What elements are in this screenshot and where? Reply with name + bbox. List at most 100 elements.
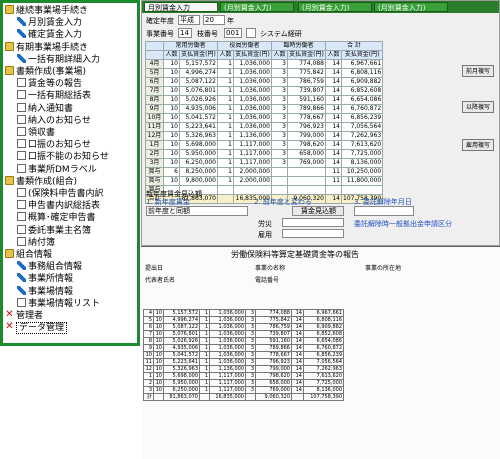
wage-cell[interactable]: 3 <box>271 68 288 78</box>
wage-cell[interactable]: 1,117,000 <box>233 140 272 150</box>
lookup-button[interactable] <box>246 28 256 38</box>
tab-0[interactable]: 月別賃金入力 <box>144 2 218 12</box>
wage-cell[interactable]: 1,036,000 <box>233 59 272 69</box>
wage-cell[interactable]: 1 <box>217 104 234 114</box>
wage-cell[interactable] <box>217 185 234 195</box>
tree-item-24[interactable]: 事業場情報リスト <box>17 297 100 310</box>
tree-item-18[interactable]: 委託事業主名簿 <box>17 224 91 237</box>
wage-cell[interactable]: 799,000 <box>287 131 326 141</box>
estimate-amount-button[interactable]: 賃金見込額 <box>292 206 344 216</box>
wage-cell[interactable]: 1 <box>217 95 234 105</box>
wage-cell[interactable]: 1 <box>217 59 234 69</box>
tree-item-4[interactable]: 一括有期詳細入力 <box>17 53 100 66</box>
tree-item-16[interactable]: 申告書内訳総括表 <box>17 200 100 212</box>
wage-cell[interactable]: 10 <box>163 77 180 87</box>
wage-cell[interactable]: 5,076,801 <box>179 86 218 96</box>
wage-cell[interactable]: 10 <box>163 149 180 159</box>
tree-item-23[interactable]: 事業場情報 <box>17 285 73 298</box>
wage-cell[interactable]: 5,026,926 <box>179 95 218 105</box>
wage-cell[interactable]: 1 <box>217 167 234 177</box>
tree-item-20[interactable]: 組合情報 <box>5 249 52 261</box>
wage-cell[interactable]: 1 <box>217 77 234 87</box>
tree-item-1[interactable]: 月別賃金入力 <box>17 17 82 29</box>
wage-cell[interactable]: 6,250,000 <box>179 158 218 168</box>
tree-item-10[interactable]: 領収書 <box>17 127 55 139</box>
wage-cell[interactable]: 1,036,000 <box>233 77 272 87</box>
wage-cell[interactable]: 5,041,572 <box>179 113 218 123</box>
tree-item-21[interactable]: 事務組合情報 <box>17 261 82 273</box>
wage-cell[interactable]: 1,036,000 <box>233 122 272 132</box>
wage-cell[interactable]: 5,326,963 <box>179 131 218 141</box>
wage-cell[interactable]: 798,620 <box>287 140 326 150</box>
tree-item-25[interactable]: ✕ 管理者 <box>5 310 43 322</box>
wage-cell[interactable]: 10 <box>163 158 180 168</box>
wage-cell[interactable] <box>233 185 272 195</box>
wage-cell[interactable]: 10 <box>163 113 180 123</box>
wage-cell[interactable]: 1,036,000 <box>233 86 272 96</box>
tree-item-14[interactable]: 書類作成(組合) <box>5 175 77 188</box>
wage-cell[interactable]: 5,157,572 <box>179 59 218 69</box>
wage-cell[interactable]: 1,136,000 <box>233 131 272 141</box>
tree-item-11[interactable]: 口振のお知らせ <box>17 139 91 151</box>
wage-cell[interactable]: 3 <box>271 77 288 87</box>
wage-cell[interactable] <box>287 167 326 177</box>
wage-cell[interactable]: 2,000,000 <box>233 176 272 186</box>
era-select[interactable]: 平成 <box>178 15 200 25</box>
wage-cell[interactable]: 1 <box>217 176 234 186</box>
wage-cell[interactable]: 1,036,000 <box>233 113 272 123</box>
wage-cell[interactable]: 739,807 <box>287 86 326 96</box>
wage-cell[interactable]: 775,842 <box>287 68 326 78</box>
wage-cell[interactable]: 1,036,000 <box>233 104 272 114</box>
tree-item-3[interactable]: 有期事業場手続き <box>5 41 88 54</box>
wage-cell[interactable]: 5,223,641 <box>179 122 218 132</box>
wage-cell[interactable]: 769,000 <box>287 158 326 168</box>
wage-cell[interactable]: 796,923 <box>287 122 326 132</box>
wage-cell[interactable]: 3 <box>271 149 288 159</box>
tree-item-7[interactable]: 一括有期総括表 <box>17 90 91 102</box>
office-number-input[interactable]: 14 <box>178 28 192 38</box>
wage-cell[interactable]: 5,698,000 <box>179 140 218 150</box>
tree-item-12[interactable]: 口振不能のお知らせ <box>17 151 109 163</box>
tree-item-6[interactable]: 賃金等の報告 <box>17 78 82 90</box>
wage-cell[interactable]: 1,036,000 <box>233 95 272 105</box>
wage-cell[interactable]: 10 <box>163 176 180 186</box>
wage-cell[interactable]: 5,950,000 <box>179 149 218 159</box>
wage-cell[interactable]: 5,087,122 <box>179 77 218 87</box>
wage-cell[interactable]: 10 <box>163 68 180 78</box>
tree-item-26[interactable]: ✕ データ管理 <box>5 322 68 335</box>
wage-cell[interactable]: 1 <box>217 131 234 141</box>
wage-cell[interactable]: 3 <box>271 131 288 141</box>
wage-cell[interactable]: 10 <box>163 95 180 105</box>
wage-cell[interactable]: 6 <box>163 167 180 177</box>
tab-1[interactable]: (月別賃金入力) <box>220 2 294 12</box>
wage-cell[interactable]: 1 <box>217 113 234 123</box>
tree-item-13[interactable]: 事業所DMラベル <box>17 163 97 176</box>
tree-item-9[interactable]: 納入のお知らせ <box>17 114 91 127</box>
year-input[interactable]: 20 <box>203 15 225 25</box>
wage-cell[interactable]: 3 <box>271 158 288 168</box>
wage-cell[interactable]: 3 <box>271 140 288 150</box>
wage-cell[interactable]: 1 <box>217 140 234 150</box>
wage-cell[interactable]: 778,667 <box>287 113 326 123</box>
tree-item-15[interactable]: (保険料申告書内訳 <box>17 188 104 200</box>
wage-cell[interactable]: 10 <box>163 140 180 150</box>
wage-cell[interactable]: 10 <box>163 131 180 141</box>
wage-cell[interactable]: 1,117,000 <box>233 149 272 159</box>
wage-cell[interactable]: 3 <box>271 122 288 132</box>
wage-cell[interactable]: 10 <box>163 122 180 132</box>
wage-cell[interactable]: 10 <box>163 86 180 96</box>
wage-cell[interactable]: 1 <box>217 68 234 78</box>
koyou-estimate-input[interactable] <box>282 229 344 238</box>
wage-cell[interactable]: 10 <box>163 104 180 114</box>
tree-item-2[interactable]: 確定賃金入力 <box>17 29 82 41</box>
tab-2[interactable]: (月別賃金入力) <box>298 2 372 12</box>
tree-item-19[interactable]: 納付簿 <box>17 236 55 249</box>
copy-button-0[interactable]: 前月複写 <box>462 65 494 77</box>
wage-cell[interactable]: 1,117,000 <box>233 158 272 168</box>
wage-cell[interactable]: 8,250,000 <box>179 167 218 177</box>
wage-cell[interactable]: 786,759 <box>287 77 326 87</box>
wage-cell[interactable] <box>271 167 288 177</box>
wage-cell[interactable]: 9,800,000 <box>179 176 218 186</box>
wage-cell[interactable] <box>271 176 288 186</box>
rousai-estimate-input[interactable] <box>282 218 344 227</box>
